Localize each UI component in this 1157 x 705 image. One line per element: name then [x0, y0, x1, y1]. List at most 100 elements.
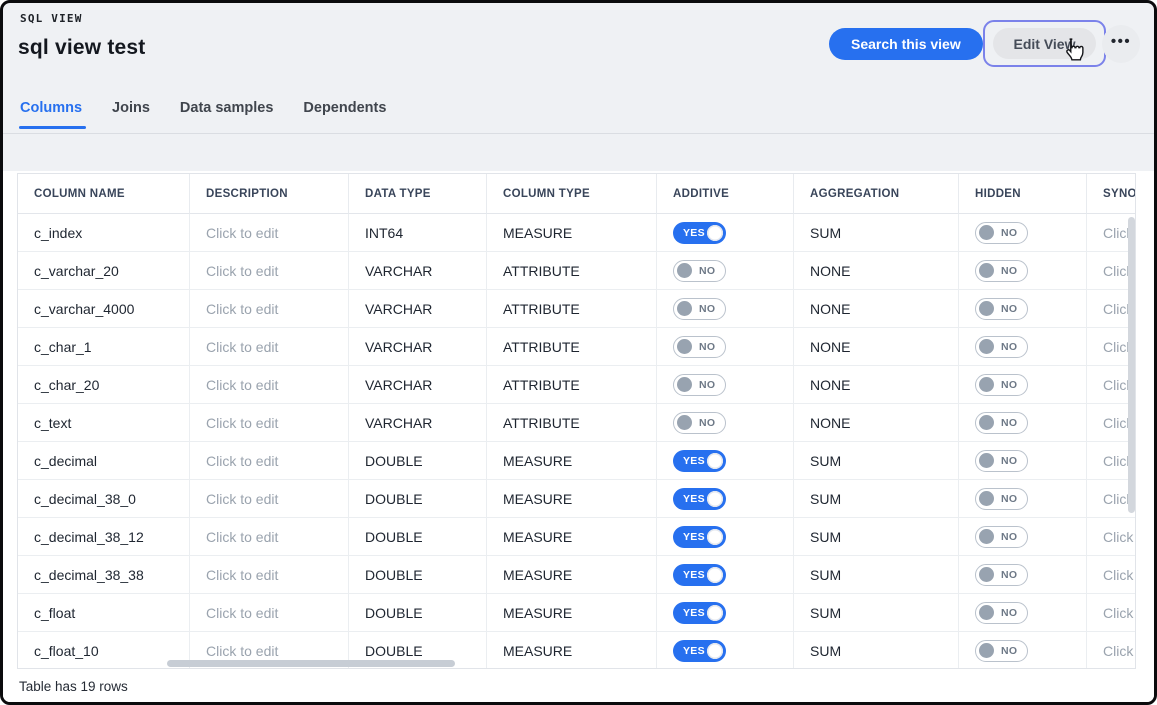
column-type-cell[interactable]: MEASURE	[487, 632, 657, 669]
data-type-cell: VARCHAR	[349, 328, 487, 366]
hidden-toggle[interactable]: NO	[975, 488, 1028, 510]
additive-toggle[interactable]: YES	[673, 222, 726, 244]
aggregation-cell[interactable]: SUM	[794, 480, 959, 518]
column-type-cell[interactable]: ATTRIBUTE	[487, 290, 657, 328]
hidden-toggle[interactable]: NO	[975, 526, 1028, 548]
aggregation-cell[interactable]: NONE	[794, 366, 959, 404]
aggregation-cell[interactable]: NONE	[794, 328, 959, 366]
data-type-cell: DOUBLE	[349, 518, 487, 556]
hidden-cell: NO	[959, 404, 1087, 442]
vertical-scrollbar-thumb[interactable]	[1128, 217, 1135, 513]
toggle-label: NO	[1001, 265, 1017, 277]
description-cell[interactable]: Click to edit	[190, 518, 349, 556]
aggregation-cell[interactable]: NONE	[794, 252, 959, 290]
hidden-toggle[interactable]: NO	[975, 336, 1028, 358]
additive-toggle[interactable]: YES	[673, 526, 726, 548]
description-cell[interactable]: Click to edit	[190, 556, 349, 594]
aggregation-cell[interactable]: SUM	[794, 518, 959, 556]
hidden-toggle[interactable]: NO	[975, 222, 1028, 244]
additive-toggle[interactable]: NO	[673, 336, 726, 358]
column-type-cell[interactable]: MEASURE	[487, 480, 657, 518]
data-type-cell: INT64	[349, 214, 487, 252]
additive-toggle[interactable]: YES	[673, 450, 726, 472]
additive-toggle[interactable]: YES	[673, 488, 726, 510]
toggle-knob-icon	[677, 339, 692, 354]
description-cell[interactable]: Click to edit	[190, 252, 349, 290]
description-cell[interactable]: Click to edit	[190, 480, 349, 518]
synonyms-cell[interactable]: Click to edit	[1087, 556, 1136, 594]
aggregation-cell[interactable]: SUM	[794, 556, 959, 594]
additive-toggle[interactable]: YES	[673, 602, 726, 624]
data-type-cell: VARCHAR	[349, 252, 487, 290]
additive-toggle[interactable]: YES	[673, 564, 726, 586]
tab-joins[interactable]: Joins	[112, 100, 150, 129]
tab-dependents[interactable]: Dependents	[303, 100, 386, 129]
column-name-cell: c_index	[18, 214, 190, 252]
tab-columns[interactable]: Columns	[20, 100, 82, 129]
aggregation-cell[interactable]: SUM	[794, 594, 959, 632]
hidden-toggle[interactable]: NO	[975, 260, 1028, 282]
data-type-cell: VARCHAR	[349, 290, 487, 328]
column-type-cell[interactable]: MEASURE	[487, 214, 657, 252]
hidden-toggle[interactable]: NO	[975, 450, 1028, 472]
hidden-toggle[interactable]: NO	[975, 564, 1028, 586]
column-type-cell[interactable]: ATTRIBUTE	[487, 366, 657, 404]
description-cell[interactable]: Click to edit	[190, 404, 349, 442]
column-header-description: DESCRIPTION	[190, 174, 349, 214]
column-type-cell[interactable]: ATTRIBUTE	[487, 252, 657, 290]
synonyms-cell[interactable]: Click to edit	[1087, 594, 1136, 632]
toggle-label: NO	[1001, 531, 1017, 543]
additive-toggle[interactable]: NO	[673, 260, 726, 282]
toggle-label: NO	[1001, 417, 1017, 429]
hidden-toggle[interactable]: NO	[975, 374, 1028, 396]
aggregation-cell[interactable]: SUM	[794, 632, 959, 669]
column-name-cell: c_decimal_38_0	[18, 480, 190, 518]
column-type-cell[interactable]: ATTRIBUTE	[487, 328, 657, 366]
data-type-cell: VARCHAR	[349, 404, 487, 442]
column-name-cell: c_char_1	[18, 328, 190, 366]
content-area: COLUMN NAME DESCRIPTION DATA TYPE COLUMN…	[3, 171, 1154, 702]
horizontal-scrollbar-thumb[interactable]	[167, 660, 455, 667]
column-type-cell[interactable]: MEASURE	[487, 518, 657, 556]
toggle-knob-icon	[707, 529, 723, 545]
description-cell[interactable]: Click to edit	[190, 594, 349, 632]
hidden-toggle[interactable]: NO	[975, 412, 1028, 434]
column-type-cell[interactable]: MEASURE	[487, 556, 657, 594]
aggregation-cell[interactable]: NONE	[794, 290, 959, 328]
column-header-column-type: COLUMN TYPE	[487, 174, 657, 214]
hidden-cell: NO	[959, 214, 1087, 252]
column-type-cell[interactable]: ATTRIBUTE	[487, 404, 657, 442]
synonyms-cell[interactable]: Click to edit	[1087, 632, 1136, 669]
search-this-view-button[interactable]: Search this view	[829, 28, 983, 60]
hidden-toggle[interactable]: NO	[975, 602, 1028, 624]
additive-toggle[interactable]: NO	[673, 374, 726, 396]
additive-cell: YES	[657, 594, 794, 632]
tabbar-divider	[3, 133, 1154, 134]
hidden-toggle[interactable]: NO	[975, 298, 1028, 320]
table-row-count: Table has 19 rows	[19, 679, 128, 694]
description-cell[interactable]: Click to edit	[190, 290, 349, 328]
tab-data-samples[interactable]: Data samples	[180, 100, 274, 129]
table-row: c_char_1 Click to edit VARCHAR ATTRIBUTE…	[18, 328, 1136, 366]
hidden-cell: NO	[959, 442, 1087, 480]
synonyms-cell[interactable]: Click to edit	[1087, 518, 1136, 556]
description-cell[interactable]: Click to edit	[190, 214, 349, 252]
additive-toggle[interactable]: NO	[673, 298, 726, 320]
toggle-knob-icon	[979, 263, 994, 278]
description-cell[interactable]: Click to edit	[190, 366, 349, 404]
more-options-button[interactable]: •••	[1102, 25, 1140, 63]
column-type-cell[interactable]: MEASURE	[487, 442, 657, 480]
column-name-cell: c_text	[18, 404, 190, 442]
additive-toggle[interactable]: YES	[673, 640, 726, 662]
column-type-cell[interactable]: MEASURE	[487, 594, 657, 632]
column-header-synonyms: SYNONYMS	[1087, 174, 1136, 214]
aggregation-cell[interactable]: SUM	[794, 442, 959, 480]
description-cell[interactable]: Click to edit	[190, 442, 349, 480]
toggle-label: NO	[1001, 645, 1017, 657]
additive-toggle[interactable]: NO	[673, 412, 726, 434]
toggle-label: NO	[1001, 607, 1017, 619]
aggregation-cell[interactable]: SUM	[794, 214, 959, 252]
description-cell[interactable]: Click to edit	[190, 328, 349, 366]
aggregation-cell[interactable]: NONE	[794, 404, 959, 442]
hidden-toggle[interactable]: NO	[975, 640, 1028, 662]
